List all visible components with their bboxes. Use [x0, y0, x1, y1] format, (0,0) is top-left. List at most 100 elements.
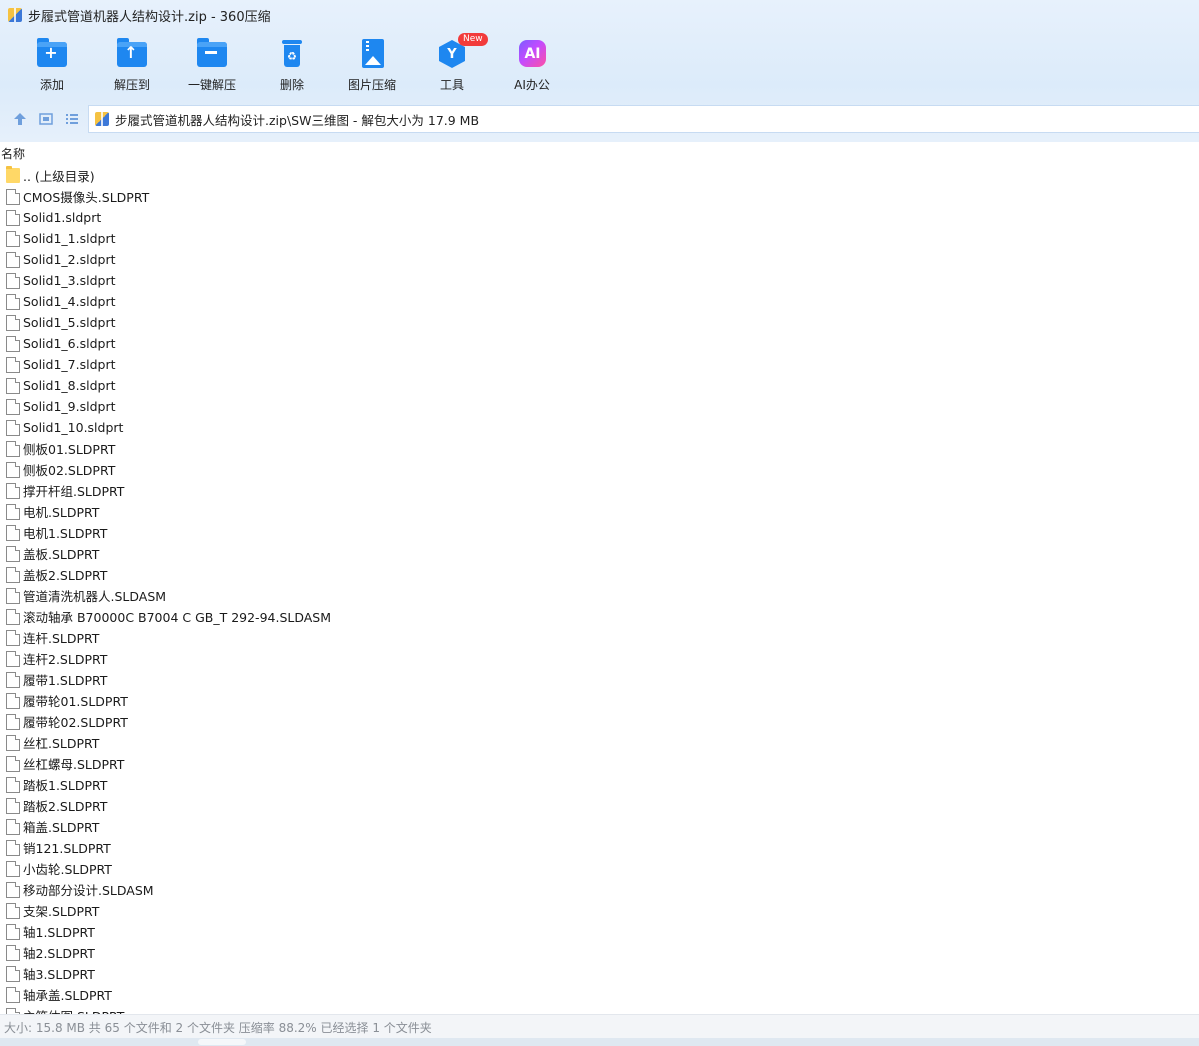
name-column-header[interactable]: 名称	[0, 142, 1199, 164]
file-row[interactable]: CMOS摄像头.SLDPRT	[0, 186, 1199, 207]
address-bar[interactable]: 步履式管道机器人结构设计.zip\SW三维图 - 解包大小为 17.9 MB	[88, 105, 1199, 133]
file-name: 支架.SLDPRT	[23, 904, 100, 919]
file-row[interactable]: Solid1_7.sldprt	[0, 354, 1199, 375]
file-icon	[6, 755, 20, 772]
file-list: .. (上级目录) CMOS摄像头.SLDPRT Solid1.sldprt Soli…	[0, 165, 1199, 1014]
thumbnail-view-button[interactable]	[38, 111, 54, 127]
file-row[interactable]: Solid1_2.sldprt	[0, 249, 1199, 270]
file-row[interactable]: 销121.SLDPRT	[0, 837, 1199, 858]
file-name: CMOS摄像头.SLDPRT	[23, 190, 150, 205]
file-row[interactable]: 主箱体图.SLDPRT	[0, 1005, 1199, 1014]
address-row: 步履式管道机器人结构设计.zip\SW三维图 - 解包大小为 17.9 MB	[0, 104, 1199, 134]
file-name: 连杆.SLDPRT	[23, 631, 100, 646]
file-icon	[6, 650, 20, 667]
file-row[interactable]: Solid1_8.sldprt	[0, 375, 1199, 396]
add-button[interactable]: + 添加	[12, 38, 92, 98]
one-click-extract-icon	[196, 38, 228, 70]
file-name: 轴3.SLDPRT	[23, 967, 95, 982]
file-row[interactable]: 踏板1.SLDPRT	[0, 774, 1199, 795]
window-chrome: 步履式管道机器人结构设计.zip - 360压缩 + 添加 ↑ 解压到 一键解压…	[0, 0, 1199, 142]
file-row[interactable]: 盖板2.SLDPRT	[0, 564, 1199, 585]
file-row[interactable]: Solid1_3.sldprt	[0, 270, 1199, 291]
ai-office-icon: AI	[516, 38, 548, 70]
file-row[interactable]: Solid1_4.sldprt	[0, 291, 1199, 312]
scrollbar-thumb[interactable]	[198, 1039, 246, 1045]
file-icon	[6, 314, 20, 331]
file-row[interactable]: 盖板.SLDPRT	[0, 543, 1199, 564]
file-row[interactable]: 支架.SLDPRT	[0, 900, 1199, 921]
up-level-button[interactable]	[12, 111, 28, 127]
extract-to-button-label: 解压到	[113, 78, 150, 92]
delete-trash-icon: ♻	[276, 38, 308, 70]
file-name: 撑开杆组.SLDPRT	[23, 484, 125, 499]
status-text: 大小: 15.8 MB 共 65 个文件和 2 个文件夹 压缩率 88.2% 已…	[4, 1020, 432, 1035]
file-row[interactable]: Solid1_6.sldprt	[0, 333, 1199, 354]
file-name: 侧板01.SLDPRT	[23, 442, 116, 457]
file-icon	[6, 503, 20, 520]
file-row[interactable]: 轴承盖.SLDPRT	[0, 984, 1199, 1005]
file-row[interactable]: 撑开杆组.SLDPRT	[0, 480, 1199, 501]
file-row[interactable]: 轴3.SLDPRT	[0, 963, 1199, 984]
tools-button-label: 工具	[439, 78, 464, 92]
file-row[interactable]: 侧板01.SLDPRT	[0, 438, 1199, 459]
file-icon	[6, 293, 20, 310]
file-icon	[6, 377, 20, 394]
file-icon	[6, 839, 20, 856]
file-icon	[6, 860, 20, 877]
extract-to-button[interactable]: ↑ 解压到	[92, 38, 172, 98]
parent-folder-row[interactable]: .. (上级目录)	[0, 165, 1199, 186]
file-icon	[6, 965, 20, 982]
file-name: 箱盖.SLDPRT	[23, 820, 100, 835]
file-icon	[6, 587, 20, 604]
file-name: 管道清洗机器人.SLDASM	[23, 589, 167, 604]
file-row[interactable]: Solid1_1.sldprt	[0, 228, 1199, 249]
add-button-label: 添加	[39, 78, 64, 92]
file-row[interactable]: 小齿轮.SLDPRT	[0, 858, 1199, 879]
file-row[interactable]: Solid1_9.sldprt	[0, 396, 1199, 417]
file-name: 销121.SLDPRT	[23, 841, 111, 856]
file-row[interactable]: 移动部分设计.SLDASM	[0, 879, 1199, 900]
file-row[interactable]: 侧板02.SLDPRT	[0, 459, 1199, 480]
file-name: Solid1_3.sldprt	[23, 273, 116, 288]
file-name: Solid1_1.sldprt	[23, 231, 116, 246]
file-icon	[6, 713, 20, 730]
file-row[interactable]: 管道清洗机器人.SLDASM	[0, 585, 1199, 606]
file-icon	[6, 461, 20, 478]
file-row[interactable]: 连杆2.SLDPRT	[0, 648, 1199, 669]
file-row[interactable]: 履带1.SLDPRT	[0, 669, 1199, 690]
file-row[interactable]: 丝杠螺母.SLDPRT	[0, 753, 1199, 774]
image-compress-button[interactable]: 图片压缩	[332, 38, 412, 98]
delete-button[interactable]: ♻ 删除	[252, 38, 332, 98]
file-icon	[6, 986, 20, 1003]
file-row[interactable]: Solid1_5.sldprt	[0, 312, 1199, 333]
image-compress-icon	[356, 38, 388, 70]
file-row[interactable]: 箱盖.SLDPRT	[0, 816, 1199, 837]
file-row[interactable]: 滚动轴承 B70000C B7004 C GB_T 292-94.SLDASM	[0, 606, 1199, 627]
one-click-extract-button[interactable]: 一键解压	[172, 38, 252, 98]
file-row[interactable]: Solid1_10.sldprt	[0, 417, 1199, 438]
file-row[interactable]: 履带轮01.SLDPRT	[0, 690, 1199, 711]
file-icon	[6, 524, 20, 541]
file-icon	[6, 944, 20, 961]
list-view-button[interactable]	[64, 111, 80, 127]
file-row[interactable]: Solid1.sldprt	[0, 207, 1199, 228]
file-icon	[6, 881, 20, 898]
file-row[interactable]: 履带轮02.SLDPRT	[0, 711, 1199, 732]
ai-office-button-label: AI办公	[514, 78, 550, 92]
file-row[interactable]: 连杆.SLDPRT	[0, 627, 1199, 648]
file-icon	[6, 230, 20, 247]
file-row[interactable]: 电机.SLDPRT	[0, 501, 1199, 522]
horizontal-scrollbar[interactable]	[0, 1038, 1199, 1046]
file-row[interactable]: 电机1.SLDPRT	[0, 522, 1199, 543]
ai-office-button[interactable]: AI AI办公	[492, 38, 572, 98]
file-row[interactable]: 轴1.SLDPRT	[0, 921, 1199, 942]
file-name: Solid1_7.sldprt	[23, 357, 116, 372]
file-name: 丝杠螺母.SLDPRT	[23, 757, 125, 772]
tools-button[interactable]: Y New 工具	[412, 33, 492, 98]
file-row[interactable]: 丝杠.SLDPRT	[0, 732, 1199, 753]
file-row[interactable]: 轴2.SLDPRT	[0, 942, 1199, 963]
file-icon	[6, 671, 20, 688]
file-row[interactable]: 踏板2.SLDPRT	[0, 795, 1199, 816]
file-icon	[6, 419, 20, 436]
tools-cube-icon: Y New	[436, 33, 488, 70]
